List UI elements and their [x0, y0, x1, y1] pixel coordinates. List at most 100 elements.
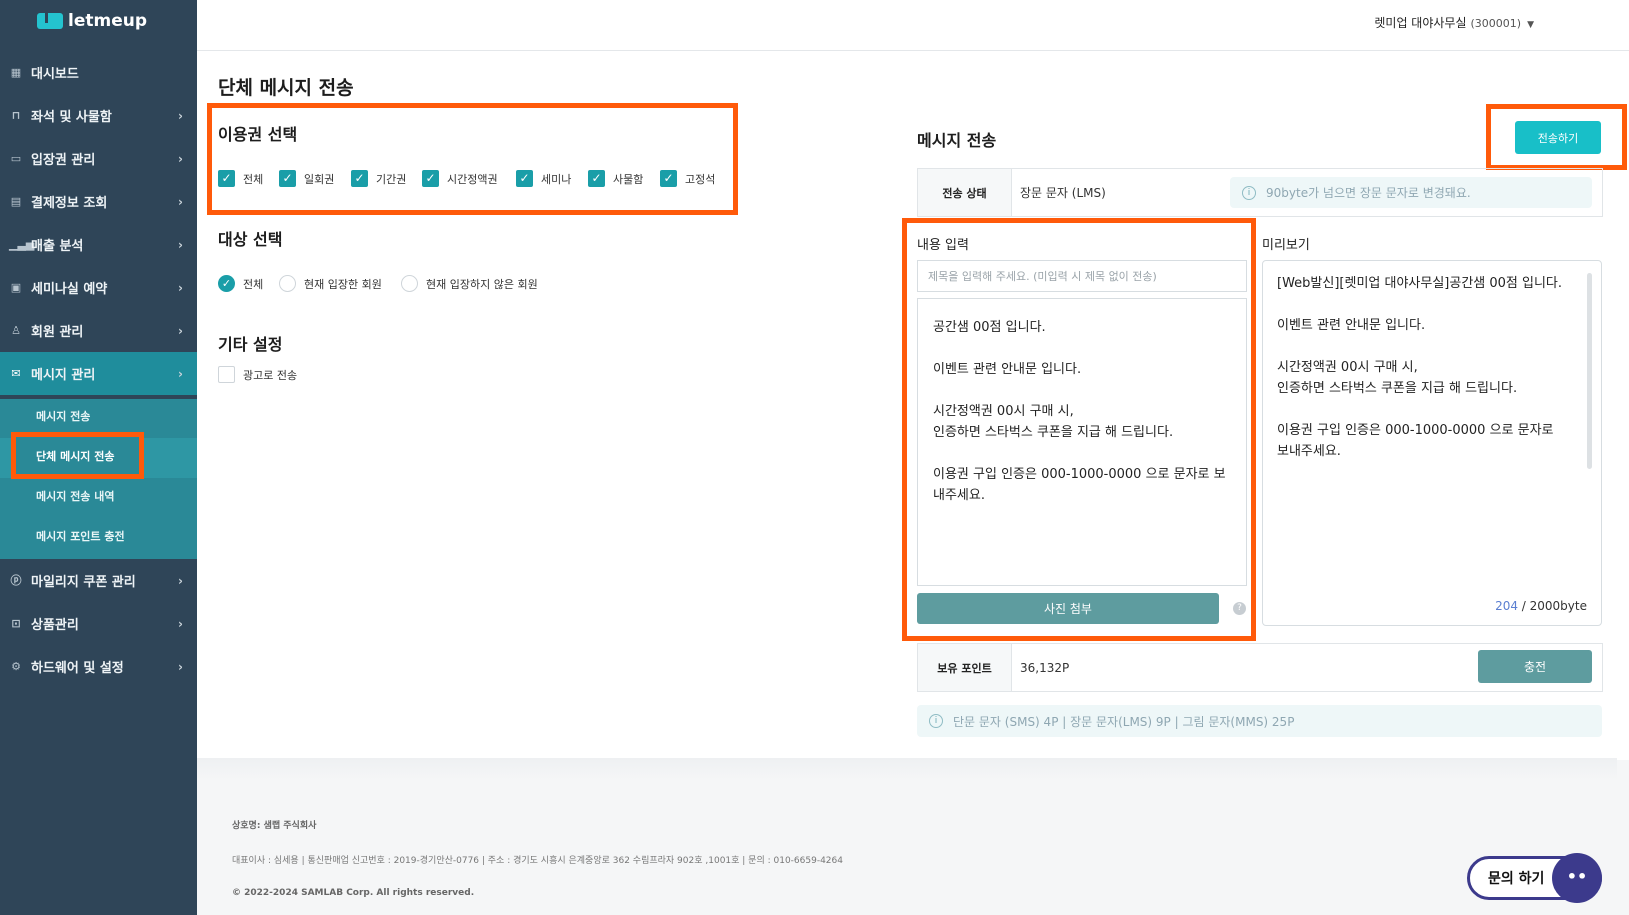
sidebar-item-products[interactable]: ⊡ 상품관리 ›	[0, 602, 197, 645]
other-settings-title: 기타 설정	[218, 335, 283, 354]
grid-icon: ▦	[10, 65, 22, 79]
chevron-right-icon: ›	[178, 366, 183, 381]
send-button[interactable]: 전송하기	[1515, 121, 1601, 154]
ticket-option-seminar[interactable]: ✓ 세미나	[516, 170, 571, 187]
option-label: 현재 입장한 회원	[304, 277, 382, 291]
status-info-text: 90byte가 넘으면 장문 문자로 변경돼요.	[1266, 186, 1471, 200]
check-icon: ✓	[279, 170, 296, 187]
ticket-option-all[interactable]: ✓ 전체	[218, 170, 263, 187]
footer-copyright: © 2022-2024 SAMLAB Corp. All rights rese…	[232, 888, 475, 898]
check-icon: ✓	[660, 170, 677, 187]
gear-icon: ⚙	[11, 659, 21, 673]
highlight-ticket-select	[207, 103, 738, 215]
option-label: 일회권	[304, 172, 335, 186]
card-icon: ▤	[10, 194, 22, 208]
sidebar-item-messages[interactable]: ✉ 메시지 관리 ›	[0, 352, 197, 395]
target-select-title: 대상 선택	[218, 230, 283, 249]
ticket-option-locker[interactable]: ✓ 사물함	[588, 170, 643, 187]
sidebar-item-label: 좌석 및 사물함	[31, 110, 112, 125]
byte-counter: 204 / 2000byte	[1495, 599, 1587, 613]
chevron-right-icon: ›	[178, 573, 183, 588]
ticket-option-onetime[interactable]: ✓ 일회권	[279, 170, 334, 187]
ticket-option-fixed[interactable]: ✓ 고정석	[660, 170, 715, 187]
info-icon: i	[1242, 185, 1256, 200]
target-option-entered[interactable]: 현재 입장한 회원	[279, 275, 382, 292]
org-selector[interactable]: 렛미업 대야사무실 (300001) ▼	[1374, 14, 1534, 31]
check-icon: ✓	[516, 170, 533, 187]
sidebar-item-label: 입장권 관리	[31, 153, 96, 168]
chevron-right-icon: ›	[178, 659, 183, 674]
submenu-item-group-message-send[interactable]: 단체 메시지 전송	[11, 432, 144, 479]
sidebar-item-sales[interactable]: ▁▃▅ 매출 분석 ›	[0, 223, 197, 266]
sidebar-item-label: 상품관리	[31, 618, 79, 633]
subject-input[interactable]: 제목을 입력해 주세요. (미입력 시 제목 없이 전송)	[917, 260, 1247, 292]
chat-bubble-icon: ••	[1552, 853, 1602, 903]
ticket-option-time[interactable]: ✓ 시간정액권	[422, 170, 498, 187]
sidebar-item-label: 마일리지 쿠폰 관리	[31, 575, 136, 590]
inquiry-label: 문의 하기	[1488, 871, 1545, 887]
sidebar-item-hardware[interactable]: ⚙ 하드웨어 및 설정 ›	[0, 645, 197, 688]
status-info: i 90byte가 넘으면 장문 문자로 변경돼요.	[1230, 177, 1592, 208]
submenu-item-message-send[interactable]: 메시지 전송	[36, 408, 90, 424]
charge-button[interactable]: 충전	[1478, 650, 1592, 683]
caret-down-icon: ▼	[1527, 20, 1534, 30]
sidebar-item-tickets[interactable]: ▭ 입장권 관리 ›	[0, 137, 197, 180]
check-icon: ✓	[588, 170, 605, 187]
users-icon: ♙	[11, 323, 21, 337]
submenu-item-message-points[interactable]: 메시지 포인트 충전	[36, 528, 125, 544]
sidebar-item-mileage[interactable]: ⓟ 마일리지 쿠폰 관리 ›	[0, 559, 197, 602]
sidebar-item-payments[interactable]: ▤ 결제정보 조회 ›	[0, 180, 197, 223]
target-option-all[interactable]: ✓ 전체	[218, 275, 263, 292]
chevron-right-icon: ›	[178, 108, 183, 123]
ticket-option-period[interactable]: ✓ 기간권	[351, 170, 406, 187]
sidebar-item-dashboard[interactable]: ▦ 대시보드	[0, 51, 197, 94]
footer-company: 상호명: 샘랩 주식회사	[232, 821, 317, 831]
send-status-value: 장문 문자 (LMS)	[1020, 186, 1106, 200]
send-status-label: 전송 상태	[918, 169, 1012, 216]
price-info: i 단문 문자 (SMS) 4P | 장문 문자(LMS) 9P | 그림 문자…	[917, 705, 1602, 737]
brand-name: letmeup	[68, 11, 147, 31]
radio-icon	[401, 275, 418, 292]
checkbox-icon	[218, 366, 235, 383]
submenu-item-message-history[interactable]: 메시지 전송 내역	[36, 488, 115, 504]
attach-photo-button[interactable]: 사진 첨부	[917, 593, 1219, 624]
chevron-right-icon: ›	[178, 616, 183, 631]
sidebar-item-seminar[interactable]: ▣ 세미나실 예약 ›	[0, 266, 197, 309]
option-label: 고정석	[685, 172, 716, 186]
org-code: (300001)	[1470, 17, 1522, 30]
sidebar-item-seats[interactable]: ⊓ 좌석 및 사물함 ›	[0, 94, 197, 137]
target-option-not-entered[interactable]: 현재 입장하지 않은 회원	[401, 275, 538, 292]
option-label: 기간권	[376, 172, 407, 186]
mail-icon: ✉	[11, 366, 21, 380]
chevron-right-icon: ›	[178, 280, 183, 295]
logo-icon	[37, 13, 63, 29]
inquiry-button[interactable]: 문의 하기 ••	[1467, 853, 1602, 903]
sidebar-item-label: 결제정보 조회	[31, 196, 108, 211]
sidebar: letmeup ▦ 대시보드 ⊓ 좌석 및 사물함 › ▭ 입장권 관리 › ▤…	[0, 0, 197, 915]
message-body-textarea[interactable]: 공간샘 00점 입니다. 이벤트 관련 안내문 입니다. 시간정액권 00시 구…	[917, 298, 1247, 586]
option-label: 광고로 전송	[243, 368, 298, 382]
coin-icon: ⓟ	[10, 573, 22, 587]
preview-scrollbar[interactable]	[1587, 273, 1592, 469]
org-name: 렛미업 대야사무실	[1374, 16, 1467, 30]
sidebar-item-members[interactable]: ♙ 회원 관리 ›	[0, 309, 197, 352]
preview-label: 미리보기	[1262, 238, 1310, 253]
ad-send-checkbox[interactable]: 광고로 전송	[218, 366, 297, 383]
byte-limit: / 2000byte	[1517, 599, 1587, 613]
chevron-right-icon: ›	[178, 237, 183, 252]
help-icon[interactable]: ?	[1233, 602, 1246, 615]
chevron-right-icon: ›	[178, 323, 183, 338]
bag-icon: ⊡	[11, 616, 21, 630]
ticket-select-title: 이용권 선택	[218, 125, 298, 144]
chevron-right-icon: ›	[178, 151, 183, 166]
sidebar-item-label: 대시보드	[31, 67, 79, 82]
footer-divider	[197, 758, 1617, 780]
calendar-icon: ▣	[10, 280, 22, 294]
brand-logo[interactable]: letmeup	[37, 8, 147, 34]
option-label: 시간정액권	[447, 172, 498, 186]
check-icon: ✓	[422, 170, 439, 187]
bar-chart-icon: ▁▃▅	[9, 237, 35, 251]
seat-icon: ⊓	[11, 108, 21, 122]
ticket-icon: ▭	[10, 151, 22, 165]
message-send-title: 메시지 전송	[917, 131, 997, 150]
